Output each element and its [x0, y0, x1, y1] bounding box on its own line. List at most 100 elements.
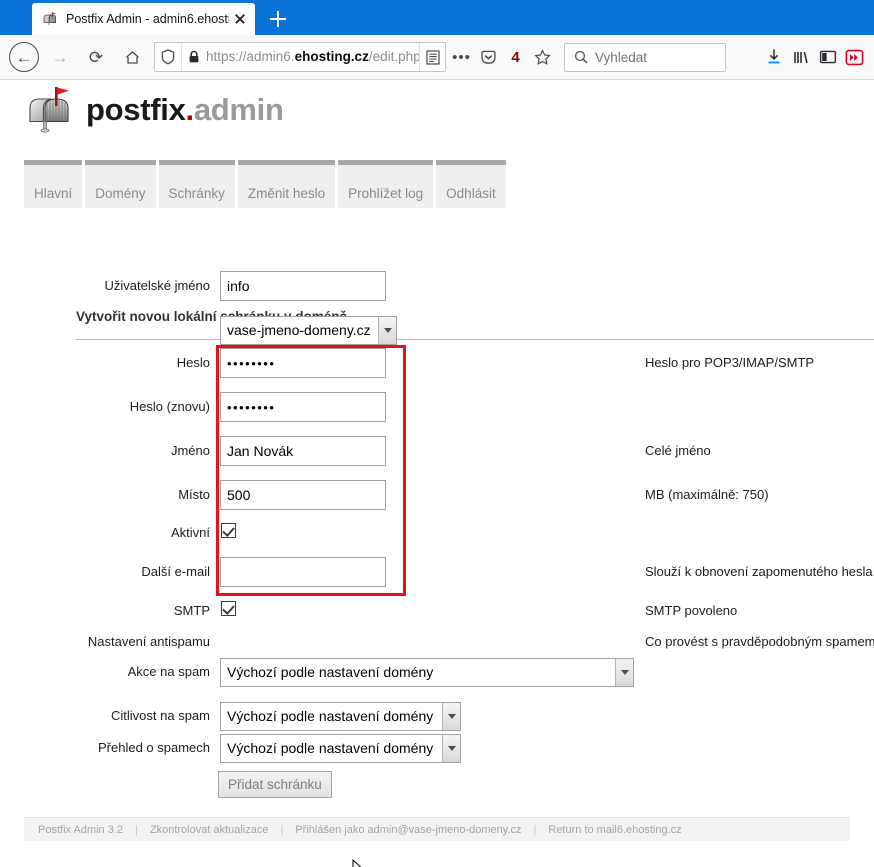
nav-tab-label: Odhlásit	[446, 186, 496, 201]
other-email-help: Slouží k obnovení zapomenutého hesla	[645, 564, 873, 579]
chevron-down-icon[interactable]	[615, 658, 633, 686]
url-text: https://admin6.ehosting.cz/edit.php?	[206, 49, 419, 64]
new-tab-button[interactable]	[261, 3, 295, 35]
footer-return-link[interactable]: Return to mail6.ehosting.cz	[548, 824, 681, 836]
page-actions-icon[interactable]: •••	[448, 42, 475, 72]
page-content: postfix.admin Hlavní Domény Schránky Změ…	[0, 81, 874, 867]
sidebar-icon[interactable]	[814, 42, 841, 72]
password-input[interactable]	[220, 348, 386, 378]
shield-icon[interactable]	[155, 43, 182, 71]
smtp-checkbox-wrap	[221, 601, 236, 621]
address-bar[interactable]: https://admin6.ehosting.cz/edit.php?	[154, 42, 446, 72]
star-icon[interactable]	[529, 42, 556, 72]
username-label: Uživatelské jméno	[104, 278, 211, 293]
footer-check-updates-link[interactable]: Zkontrolovat aktualizace	[150, 824, 269, 836]
nav-tab-schranky[interactable]: Schránky	[158, 160, 235, 208]
spam-digest-label: Přehled o spamech	[97, 740, 210, 755]
site-logo[interactable]: postfix.admin	[24, 84, 284, 136]
name-field-wrap	[220, 436, 386, 466]
page-title: postfix.admin	[86, 92, 284, 127]
footer-version: Postfix Admin 3.2	[38, 823, 123, 836]
password2-input[interactable]	[220, 392, 386, 422]
form-row-active: Aktivní	[0, 518, 874, 548]
other-email-field-wrap	[220, 557, 386, 587]
nav-tab-zmenit-heslo[interactable]: Změnit heslo	[237, 160, 336, 208]
spam-sensitivity-select[interactable]: Výchozí podle nastavení domény	[220, 701, 461, 731]
mailbox-logo	[24, 84, 76, 136]
spam-action-value: Výchozí podle nastavení domény	[227, 663, 434, 680]
form-row-quota: Místo MB (maximálně: 750)	[0, 480, 874, 510]
page-footer: Postfix Admin 3.2 | Zkontrolovat aktuali…	[24, 817, 850, 841]
nav-tab-label: Domény	[95, 186, 146, 201]
name-label: Jméno	[170, 443, 210, 458]
pocket-count-badge: 4	[511, 48, 520, 66]
domain-select-value: vase-jmeno-domeny.cz	[227, 321, 371, 338]
close-icon[interactable]	[231, 10, 249, 28]
spam-sensitivity-label: Citlivost na spam	[111, 708, 210, 723]
browser-tab[interactable]: Postfix Admin - admin6.ehostin	[32, 3, 255, 35]
username-input[interactable]	[220, 271, 386, 301]
nav-tab-label: Změnit heslo	[247, 186, 326, 201]
form-row-password: Heslo Heslo pro POP3/IMAP/SMTP	[0, 348, 874, 378]
chevron-down-icon[interactable]	[442, 734, 460, 762]
footer-separator: |	[533, 823, 537, 836]
quota-input[interactable]	[220, 480, 386, 510]
reader-view-icon[interactable]	[419, 43, 445, 71]
tab-title: Postfix Admin - admin6.ehostin	[66, 12, 229, 26]
active-label: Aktivní	[170, 525, 210, 540]
domain-select[interactable]: vase-jmeno-domeny.cz	[220, 315, 397, 345]
smtp-checkbox[interactable]	[221, 601, 236, 616]
search-icon	[571, 50, 591, 64]
password-label: Heslo	[176, 355, 210, 370]
extension-icon[interactable]	[841, 42, 868, 72]
forward-button[interactable]: →	[45, 42, 75, 72]
password2-field-wrap	[220, 392, 386, 422]
mouse-cursor	[352, 858, 366, 867]
page-viewport: postfix.admin Hlavní Domény Schránky Změ…	[0, 81, 874, 867]
home-icon	[117, 42, 147, 72]
active-checkbox-wrap	[221, 523, 236, 543]
smtp-label: SMTP	[173, 603, 210, 618]
spam-digest-select[interactable]: Výchozí podle nastavení domény	[220, 733, 461, 763]
form-row-smtp: SMTP SMTP povoleno	[0, 596, 874, 626]
downloads-icon[interactable]	[760, 42, 787, 72]
reload-button[interactable]: ⟳	[81, 42, 111, 72]
nav-tab-hlavni[interactable]: Hlavní	[24, 160, 83, 208]
home-button[interactable]	[117, 42, 147, 72]
active-checkbox[interactable]	[221, 523, 236, 538]
antispam-heading-label: Nastavení antispamu	[87, 634, 210, 649]
address-bar-extras: ••• 4	[448, 42, 556, 72]
search-bar[interactable]: Vyhledat	[564, 42, 726, 72]
name-input[interactable]	[220, 436, 386, 466]
footer-separator: |	[135, 823, 138, 836]
pocket-icon[interactable]	[475, 42, 502, 72]
back-button[interactable]: ←	[9, 42, 39, 72]
padlock-icon[interactable]	[182, 43, 206, 71]
quota-field-wrap	[220, 480, 386, 510]
nav-tab-odhlasit[interactable]: Odhlásit	[436, 160, 506, 208]
submit-wrap: Přidat schránku	[218, 770, 332, 798]
spam-sensitivity-select-wrap: Výchozí podle nastavení domény	[220, 701, 461, 731]
other-email-input[interactable]	[220, 557, 386, 587]
add-mailbox-button[interactable]: Přidat schránku	[218, 770, 332, 798]
nav-tab-label: Prohlížet log	[348, 186, 424, 201]
domain-select-wrap: vase-jmeno-domeny.cz	[220, 315, 397, 345]
library-icon[interactable]	[787, 42, 814, 72]
chevron-down-icon[interactable]	[442, 702, 460, 730]
toolbar-right-buttons	[760, 42, 868, 72]
footer-separator: |	[280, 823, 284, 836]
form-row-other-email: Další e-mail Slouží k obnovení zapomenut…	[0, 557, 874, 587]
antispam-heading-help: Co provést s pravděpodobným spamem	[645, 634, 874, 649]
form-row-spam-sensitivity: Citlivost na spam Výchozí podle nastaven…	[0, 701, 874, 731]
nav-tab-prohlizet-log[interactable]: Prohlížet log	[338, 160, 434, 208]
spam-digest-value: Výchozí podle nastavení domény	[227, 739, 434, 756]
browser-window: Postfix Admin - admin6.ehostin ← → ⟳ htt…	[0, 0, 874, 867]
chevron-down-icon[interactable]	[378, 316, 396, 344]
footer-logged-in-as: Přihlášen jako admin@vase-jmeno-domeny.c…	[295, 823, 522, 836]
search-input[interactable]: Vyhledat	[595, 50, 647, 65]
spam-action-select[interactable]: Výchozí podle nastavení domény	[220, 657, 634, 687]
nav-tab-label: Hlavní	[34, 186, 73, 201]
nav-tab-domeny[interactable]: Domény	[85, 160, 156, 208]
reload-icon: ⟳	[88, 47, 104, 67]
smtp-help: SMTP povoleno	[645, 603, 738, 618]
